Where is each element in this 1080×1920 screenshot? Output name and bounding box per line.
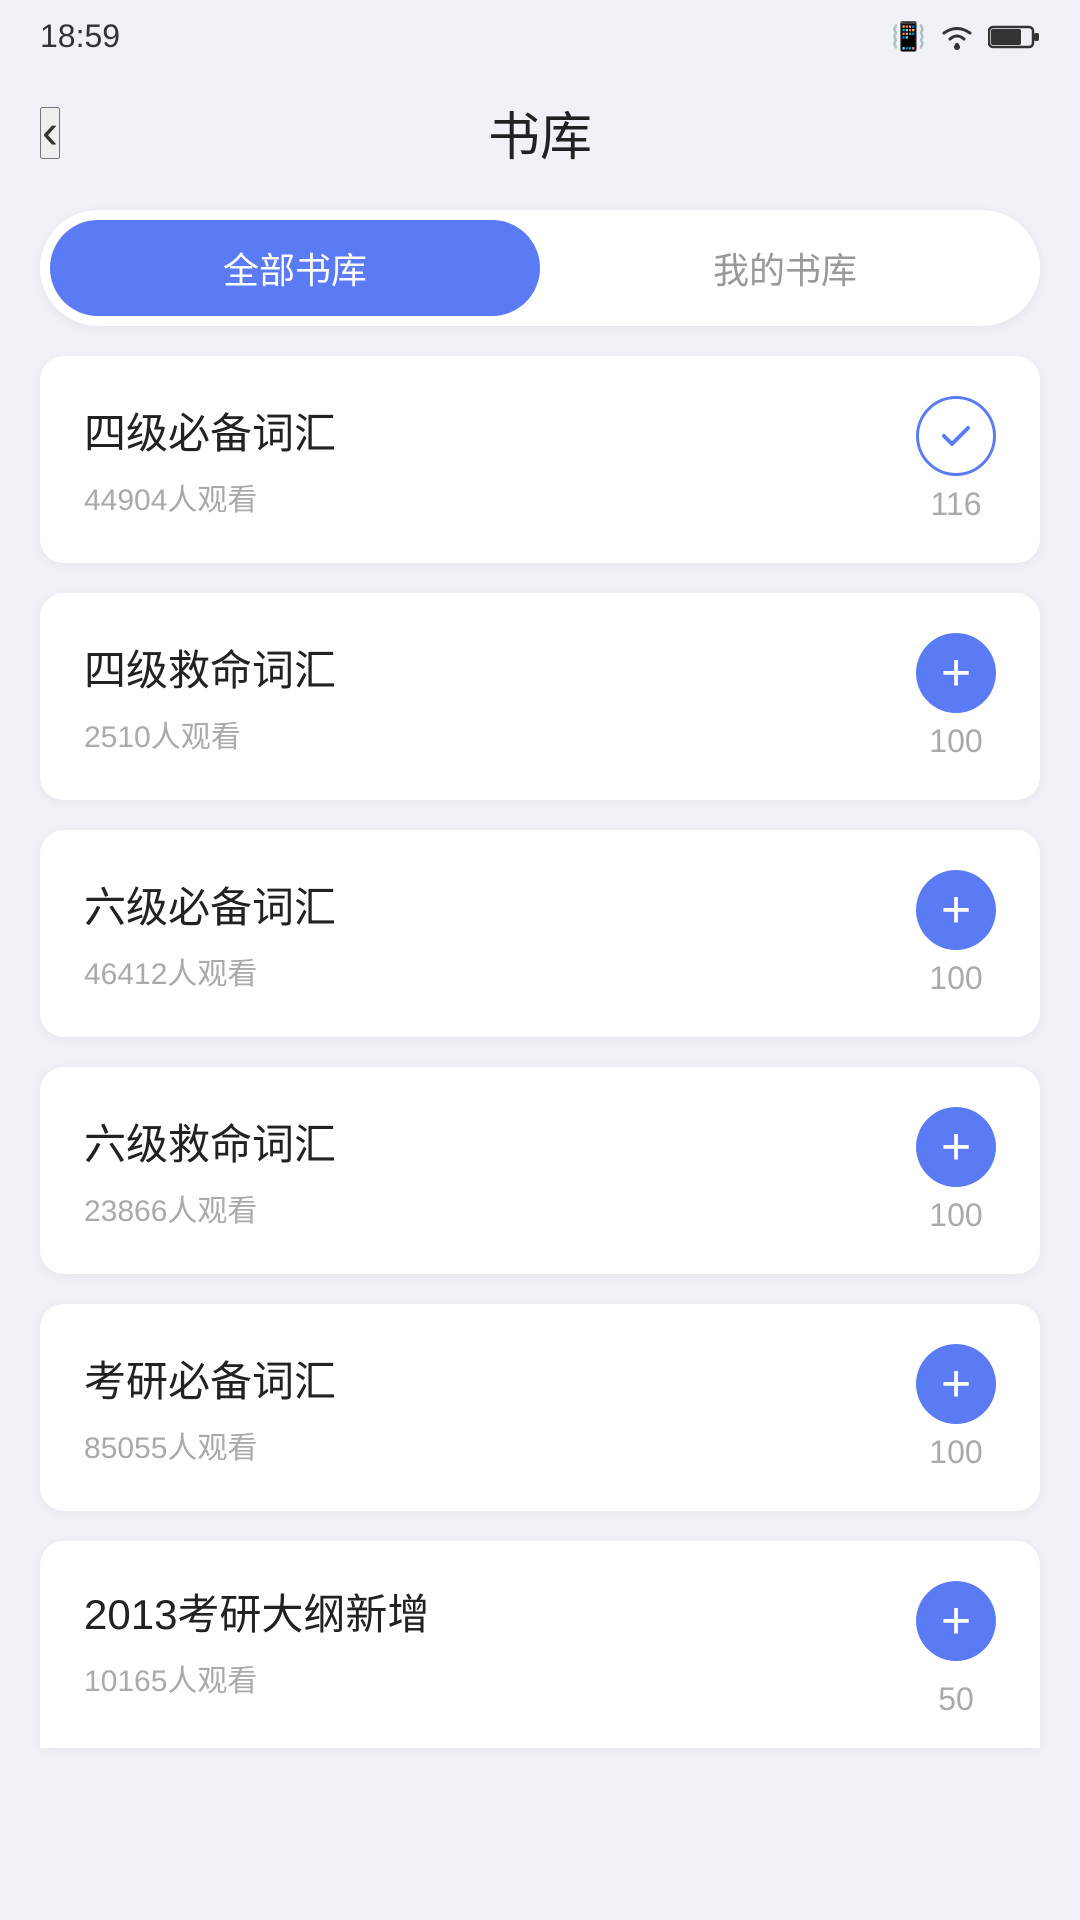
book-add-button[interactable]: +: [916, 1344, 996, 1424]
book-right: 116: [916, 396, 996, 523]
book-right: + 100: [916, 870, 996, 997]
tab-all-library[interactable]: 全部书库: [50, 220, 540, 316]
book-info: 六级必备词汇 46412人观看: [84, 874, 886, 993]
book-add-button[interactable]: +: [916, 870, 996, 950]
book-viewers: 85055人观看: [84, 1423, 886, 1467]
battery-icon: [988, 23, 1040, 51]
book-add-button[interactable]: +: [916, 633, 996, 713]
status-bar: 18:59 📳: [0, 0, 1080, 65]
book-card[interactable]: 六级救命词汇 23866人观看 + 100: [40, 1067, 1040, 1274]
book-viewers: 10165人观看: [84, 1656, 886, 1700]
book-name: 六级救命词汇: [84, 1111, 886, 1172]
plus-icon: +: [941, 1595, 971, 1647]
book-viewers: 23866人观看: [84, 1186, 886, 1230]
book-card[interactable]: 四级救命词汇 2510人观看 + 100: [40, 593, 1040, 800]
book-card[interactable]: 考研必备词汇 85055人观看 + 100: [40, 1304, 1040, 1511]
tab-switcher: 全部书库 我的书库: [40, 210, 1040, 326]
book-viewers: 2510人观看: [84, 712, 886, 756]
wifi-icon: [938, 23, 976, 51]
book-info: 四级必备词汇 44904人观看: [84, 400, 886, 519]
book-info: 四级救命词汇 2510人观看: [84, 637, 886, 756]
book-right: + 50: [916, 1581, 996, 1718]
book-right: + 100: [916, 1107, 996, 1234]
book-name: 四级救命词汇: [84, 637, 886, 698]
book-card[interactable]: 六级必备词汇 46412人观看 + 100: [40, 830, 1040, 1037]
plus-icon: +: [941, 884, 971, 936]
book-card[interactable]: 四级必备词汇 44904人观看 116: [40, 356, 1040, 563]
plus-icon: +: [941, 1121, 971, 1173]
status-time: 18:59: [40, 18, 120, 55]
book-viewers: 46412人观看: [84, 949, 886, 993]
page-title: 书库: [488, 95, 592, 170]
book-name: 六级必备词汇: [84, 874, 886, 935]
book-viewers: 44904人观看: [84, 475, 886, 519]
book-name: 考研必备词汇: [84, 1348, 886, 1409]
book-count: 100: [929, 960, 982, 997]
status-icons: 📳: [891, 20, 1040, 53]
book-count: 100: [929, 1434, 982, 1471]
book-list: 四级必备词汇 44904人观看 116 四级救命词汇 2510人观看 + 100: [0, 356, 1080, 1511]
header: ‹ 书库: [0, 65, 1080, 200]
book-add-button[interactable]: +: [916, 1581, 996, 1661]
plus-icon: +: [941, 647, 971, 699]
book-added-button[interactable]: [916, 396, 996, 476]
partial-book-card[interactable]: 2013考研大纲新增 10165人观看 + 50: [0, 1541, 1080, 1748]
book-info: 考研必备词汇 85055人观看: [84, 1348, 886, 1467]
book-right: + 100: [916, 1344, 996, 1471]
book-name: 2013考研大纲新增: [84, 1581, 886, 1642]
plus-icon: +: [941, 1358, 971, 1410]
book-count: 100: [929, 723, 982, 760]
book-count: 50: [938, 1681, 974, 1718]
book-count: 100: [929, 1197, 982, 1234]
book-info: 2013考研大纲新增 10165人观看: [84, 1581, 886, 1700]
book-add-button[interactable]: +: [916, 1107, 996, 1187]
book-info: 六级救命词汇 23866人观看: [84, 1111, 886, 1230]
book-count: 116: [930, 486, 981, 523]
book-right: + 100: [916, 633, 996, 760]
back-button[interactable]: ‹: [40, 107, 60, 159]
tab-my-library[interactable]: 我的书库: [540, 220, 1030, 316]
book-name: 四级必备词汇: [84, 400, 886, 461]
vibrate-icon: 📳: [891, 20, 926, 53]
